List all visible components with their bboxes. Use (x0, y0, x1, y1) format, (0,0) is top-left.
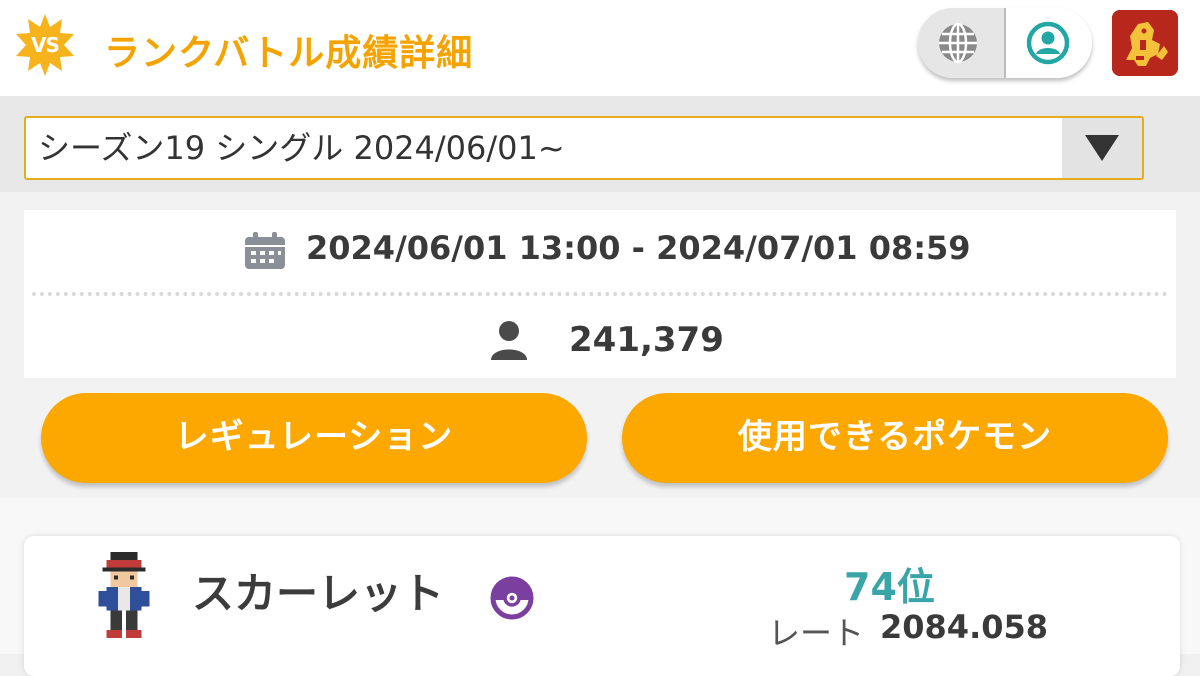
app-header: VS ランクバトル成績詳細 (0, 0, 1200, 96)
account-icon (1026, 21, 1070, 65)
rate-value: 2084.058 (880, 608, 1049, 646)
season-period-row: 2024/06/01 13:00 - 2024/07/01 08:59 (24, 210, 1176, 288)
regulation-button[interactable]: レギュレーション (41, 393, 587, 483)
player-count: 241,379 (569, 320, 724, 360)
dotted-divider (32, 292, 1168, 296)
season-info-card: 2024/06/01 13:00 - 2024/07/01 08:59 241,… (24, 210, 1176, 378)
player-result-area: スカーレット 74位 レート 2084.058 (0, 498, 1200, 676)
trainer-sprite-icon (98, 552, 150, 638)
trainer-avatar[interactable] (1112, 10, 1178, 76)
header-toggle-group (918, 8, 1092, 78)
chevron-down-icon (1085, 135, 1119, 161)
vs-badge-text: VS (31, 33, 60, 57)
season-info-area: 2024/06/01 13:00 - 2024/07/01 08:59 241,… (0, 192, 1200, 498)
season-period: 2024/06/01 13:00 - 2024/07/01 08:59 (306, 229, 971, 267)
calendar-icon (245, 232, 285, 269)
player-name: スカーレット (192, 569, 445, 618)
poke-ball-icon (490, 576, 534, 620)
player-count-row: 241,379 (24, 302, 1176, 378)
season-select-value: シーズン19 シングル 2024/06/01~ (38, 129, 565, 167)
rate-label: レート (768, 614, 865, 652)
player-result-card[interactable]: スカーレット 74位 レート 2084.058 (24, 536, 1180, 676)
season-select-toggle[interactable] (1062, 118, 1142, 178)
charmeleon-icon (1112, 10, 1178, 76)
globe-icon (939, 22, 977, 64)
usable-pokemon-button[interactable]: 使用できるポケモン (622, 393, 1168, 483)
person-icon (491, 321, 527, 360)
season-select-area: シーズン19 シングル 2024/06/01~ (0, 96, 1200, 192)
language-button[interactable] (918, 8, 1004, 78)
player-rank: 74位 (844, 565, 935, 609)
page-title: ランクバトル成績詳細 (104, 33, 474, 74)
account-button[interactable] (1006, 8, 1092, 78)
season-select[interactable]: シーズン19 シングル 2024/06/01~ (24, 116, 1144, 180)
vs-badge-icon: VS (12, 12, 78, 78)
